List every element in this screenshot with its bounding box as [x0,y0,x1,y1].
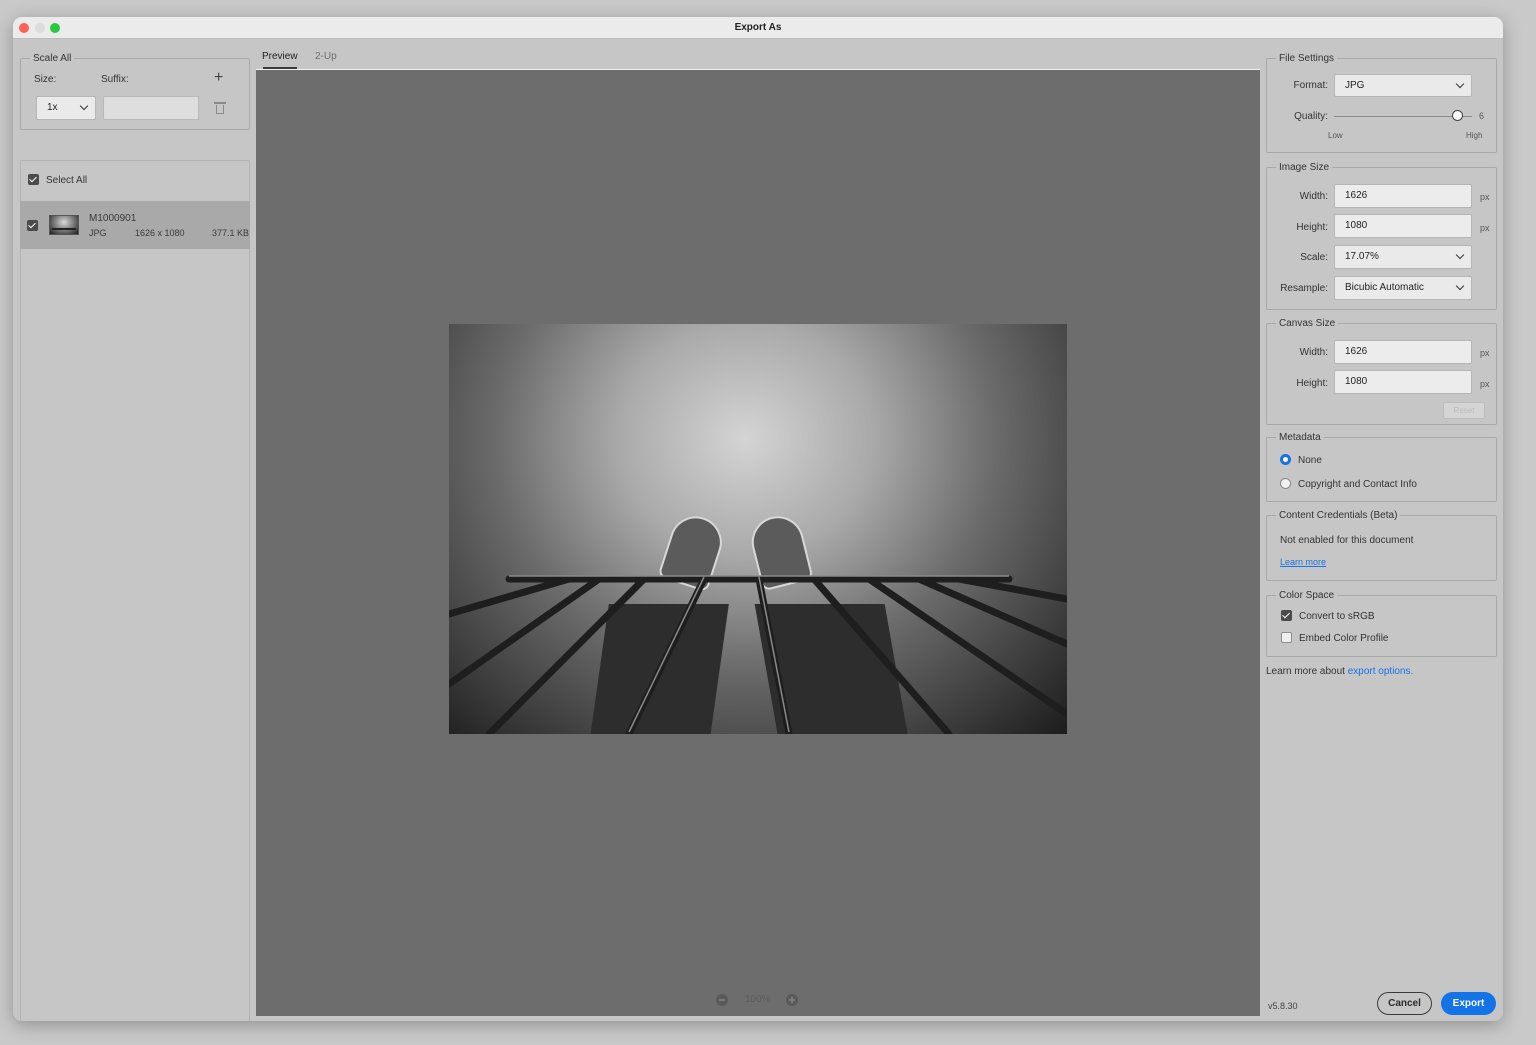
image-size-group: Image Size Width: 1626 px Height: 1080 p… [1266,162,1497,310]
tab-2-up[interactable]: 2-Up [315,51,337,62]
format-label: Format: [1293,80,1328,91]
content-credentials-group: Content Credentials (Beta) Not enabled f… [1266,510,1497,581]
image-width-label: Width: [1299,191,1328,202]
cancel-button[interactable]: Cancel [1377,992,1432,1015]
chevron-down-icon [1455,79,1465,89]
asset-dimensions: 1626 x 1080 [135,228,185,238]
metadata-copyright-radio[interactable] [1280,478,1291,489]
content-credentials-status: Not enabled for this document [1280,535,1414,546]
quality-slider-knob[interactable] [1452,110,1464,121]
size-label: Size: [34,74,57,85]
resample-label: Resample: [1280,283,1328,294]
railing-bars [449,575,1067,734]
zoom-out-icon[interactable] [716,994,728,1006]
image-size-legend: Image Size [1276,162,1333,173]
canvas-width-input[interactable]: 1626 [1334,340,1472,364]
convert-srgb-checkbox[interactable] [1281,610,1292,621]
chevron-down-icon [1455,250,1465,260]
embed-color-profile-checkbox[interactable] [1281,632,1292,643]
canvas-width-label: Width: [1299,347,1328,358]
preview-image [449,324,1067,734]
size-select-value: 1x [47,102,58,113]
assets-panel: Scale All Size: Suffix: + 1x Select All … [13,39,256,1021]
size-select[interactable]: 1x [36,96,96,120]
zoom-in-icon[interactable] [786,994,798,1006]
metadata-copyright-label: Copyright and Contact Info [1298,479,1417,490]
image-height-unit: px [1480,223,1490,233]
export-options-prefix: Learn more about [1266,666,1345,677]
export-options-link[interactable]: export options. [1348,666,1414,677]
convert-srgb-label: Convert to sRGB [1299,611,1375,622]
color-space-legend: Color Space [1276,590,1338,601]
reset-button[interactable]: Reset [1443,402,1485,419]
resample-value: Bicubic Automatic [1345,282,1424,293]
asset-checkbox[interactable] [27,220,38,231]
embed-color-profile-label: Embed Color Profile [1299,633,1389,644]
zoom-level: 100% [745,994,771,1005]
metadata-group: Metadata None Copyright and Contact Info [1266,432,1497,502]
settings-panel: File Settings Format: JPG Quality: 6 Low… [1262,39,1503,1021]
plus-icon[interactable]: + [214,70,223,86]
color-space-group: Color Space Convert to sRGB Embed Color … [1266,590,1497,657]
format-select[interactable]: JPG [1334,74,1472,97]
content-credentials-legend: Content Credentials (Beta) [1276,510,1401,521]
canvas-size-group: Canvas Size Width: 1626 px Height: 1080 … [1266,318,1497,425]
scale-all-group: Scale All Size: Suffix: + 1x [20,53,250,130]
window-title: Export As [734,22,782,33]
preview-area: Preview 2-Up 100% [256,39,1262,1021]
export-options-note: Learn more about export options. [1266,666,1413,677]
asset-row[interactable]: M1000901 JPG 1626 x 1080 377.1 KB [20,201,250,249]
asset-format: JPG [89,228,107,238]
metadata-legend: Metadata [1276,432,1324,443]
asset-list: Select All [20,160,250,1021]
image-width-unit: px [1480,192,1490,202]
image-height-input[interactable]: 1080 [1334,214,1472,238]
image-width-input[interactable]: 1626 [1334,184,1472,208]
select-all-label: Select All [46,175,88,186]
asset-thumbnail [49,215,79,235]
export-as-window: Export As Scale All Size: Suffix: + 1x S… [13,17,1503,1021]
metadata-none-radio[interactable] [1280,454,1291,465]
asset-name: M1000901 [89,213,137,224]
chevron-down-icon [79,101,89,111]
quality-label: Quality: [1294,111,1328,122]
asset-file-size: 377.1 KB [212,228,250,238]
metadata-none-label: None [1298,455,1322,466]
format-value: JPG [1345,80,1365,91]
quality-low-label: Low [1328,131,1343,140]
scale-label: Scale: [1300,252,1328,263]
quality-high-label: High [1466,131,1483,140]
quality-value: 6 [1479,111,1485,121]
image-height-label: Height: [1296,222,1328,233]
tab-preview[interactable]: Preview [262,51,298,62]
suffix-input[interactable] [103,96,199,120]
export-button[interactable]: Export [1441,992,1496,1015]
scale-all-legend: Scale All [30,53,75,64]
content-credentials-learn-more-link[interactable]: Learn more [1280,557,1326,567]
trash-icon[interactable] [214,102,226,114]
scale-select[interactable]: 17.07% [1334,245,1472,269]
canvas-size-legend: Canvas Size [1276,318,1339,329]
canvas-height-input[interactable]: 1080 [1334,370,1472,394]
preview-canvas[interactable] [256,70,1260,1016]
file-settings-group: File Settings Format: JPG Quality: 6 Low… [1266,53,1497,153]
title-bar: Export As [13,17,1503,39]
resample-select[interactable]: Bicubic Automatic [1334,276,1472,300]
canvas-width-unit: px [1480,348,1490,358]
scale-value: 17.07% [1345,251,1379,262]
suffix-label: Suffix: [101,74,129,85]
file-settings-legend: File Settings [1276,53,1338,64]
select-all-checkbox[interactable] [28,174,39,185]
chevron-down-icon [1455,281,1465,291]
canvas-height-label: Height: [1296,378,1328,389]
canvas-height-unit: px [1480,379,1490,389]
version-label: v5.8.30 [1268,1001,1298,1011]
